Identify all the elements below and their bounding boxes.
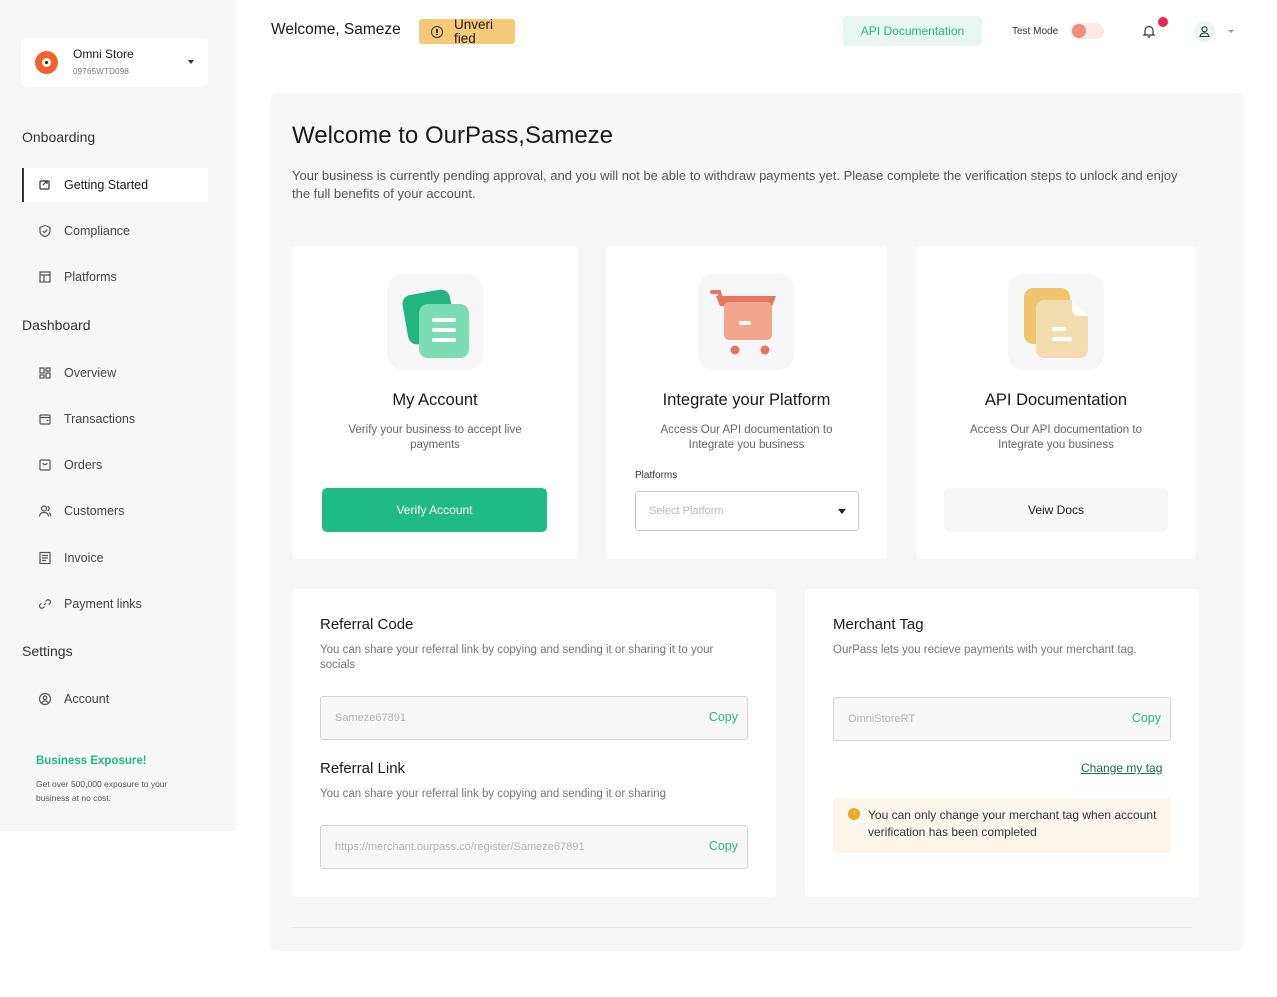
sidebar-item-label: Payment links: [64, 597, 142, 611]
card-description: Access Our API documentation to Integrat…: [660, 424, 833, 451]
header-welcome: Welcome, Sameze: [271, 21, 401, 38]
sidebar-item-label: Platforms: [64, 270, 117, 284]
account-cards-icon: [402, 289, 469, 358]
merchant-tag-value: OmniStoreRT: [848, 713, 916, 725]
platform-select-placeholder: Select Platform: [649, 505, 724, 517]
avatar: [1194, 21, 1215, 42]
section-dashboard: Dashboard: [22, 317, 91, 333]
bell-icon: [1142, 25, 1156, 38]
copy-referral-link-button[interactable]: Copy: [709, 839, 738, 853]
test-mode-toggle[interactable]: [1070, 23, 1104, 39]
page-title: Welcome to OurPass,Sameze: [292, 122, 614, 149]
status-badge: Unveri fied: [419, 16, 515, 46]
sidebar-item-label: Getting Started: [64, 178, 149, 192]
sidebar-item-getting-started[interactable]: Getting Started: [22, 168, 208, 202]
sidebar-item-label: Compliance: [64, 224, 131, 238]
promo-title: Business Exposure!: [36, 755, 147, 767]
verify-account-button[interactable]: Verify Account: [322, 488, 547, 532]
platform-icon: [38, 270, 52, 284]
merchant-tag-field[interactable]: OmniStoreRT Copy: [833, 697, 1171, 741]
sidebar: Omni Store 09765WTD098 Onboarding Gettin…: [0, 0, 236, 831]
shield-icon: [38, 224, 52, 238]
referral-link-field[interactable]: https://merchant.ourpass.co/register/Sam…: [320, 825, 748, 869]
referral-link-value: https://merchant.ourpass.co/register/Sam…: [335, 841, 585, 853]
notification-dot: [1158, 17, 1168, 27]
bag-icon: [38, 458, 52, 472]
sidebar-item-label: Customers: [64, 504, 125, 518]
sidebar-item-payment-links[interactable]: Payment links: [22, 587, 208, 621]
referral-link-description: You can share your referral link by copy…: [320, 788, 667, 800]
cart-icon: [710, 290, 776, 355]
merchant-tag-title: Merchant Tag: [833, 616, 924, 633]
sidebar-item-label: Orders: [64, 458, 103, 472]
store-logo: [35, 51, 58, 74]
chevron-down-icon: [1228, 30, 1234, 33]
getting-started-icon: [38, 178, 52, 192]
account-icon: [38, 692, 52, 706]
chevron-down-icon[interactable]: [188, 60, 194, 64]
document-icon: [1024, 288, 1088, 358]
copy-merchant-tag-button[interactable]: Copy: [1132, 711, 1161, 725]
card-title: My Account: [392, 391, 478, 409]
api-documentation-button[interactable]: API Documentation: [843, 16, 982, 46]
referral-code-value: Sameze67891: [335, 712, 406, 724]
referral-link-title: Referral Link: [320, 760, 406, 777]
users-icon: [38, 504, 52, 518]
sidebar-item-label: Invoice: [64, 551, 104, 565]
sidebar-item-label: Overview: [64, 366, 117, 380]
platform-select[interactable]: Select Platform: [635, 491, 859, 531]
store-id: 09765WTD098: [73, 67, 130, 76]
sidebar-item-transactions[interactable]: Transactions: [22, 402, 208, 436]
toggle-knob: [1072, 24, 1086, 38]
merchant-tag-notice: You can only change your merchant tag wh…: [833, 798, 1171, 853]
section-onboarding: Onboarding: [22, 129, 96, 145]
notice-text: You can only change your merchant tag wh…: [868, 808, 1157, 839]
sidebar-item-customers[interactable]: Customers: [22, 494, 208, 528]
cart-card-icon-box: [698, 274, 794, 370]
card-title: API Documentation: [984, 391, 1128, 409]
user-icon: [1199, 26, 1210, 38]
test-mode-control: Test Mode: [1004, 16, 1112, 46]
user-menu[interactable]: [1186, 16, 1244, 46]
link-icon: [38, 597, 52, 611]
referral-code-title: Referral Code: [320, 616, 414, 633]
referral-code-description: You can share your referral link by copy…: [320, 644, 714, 671]
card-description: Access Our API documentation to Integrat…: [970, 424, 1142, 451]
document-icon: [38, 551, 52, 565]
status-badge-label: Unveri fied: [454, 16, 494, 46]
test-mode-label: Test Mode: [1012, 25, 1059, 37]
copy-referral-code-button[interactable]: Copy: [709, 710, 738, 724]
sidebar-item-invoice[interactable]: Invoice: [22, 541, 208, 575]
sidebar-item-orders[interactable]: Orders: [22, 448, 208, 482]
section-settings: Settings: [22, 643, 73, 659]
platforms-label: Platforms: [635, 470, 678, 481]
sidebar-item-label: Transactions: [64, 412, 136, 426]
warning-icon: [848, 808, 860, 820]
account-card-icon-box: [387, 274, 483, 370]
sidebar-item-account[interactable]: Account: [22, 682, 208, 716]
promo-text: Get over 500,000 exposure to your busine…: [36, 779, 168, 803]
sidebar-item-overview[interactable]: Overview: [22, 356, 208, 390]
merchant-tag-description: OurPass lets you recieve payments with y…: [833, 644, 1137, 656]
page-description: Your business is currently pending appro…: [292, 168, 1178, 201]
store-name: Omni Store: [73, 47, 134, 61]
sidebar-item-label: Account: [64, 692, 110, 706]
docs-card-icon-box: [1008, 274, 1104, 370]
card-description: Verify your business to accept live paym…: [348, 424, 522, 451]
sidebar-item-compliance[interactable]: Compliance: [22, 214, 208, 248]
grid-icon: [38, 366, 52, 380]
change-tag-link[interactable]: Change my tag: [1081, 761, 1162, 775]
wallet-icon: [38, 412, 52, 426]
alert-icon: [431, 25, 443, 38]
referral-code-field[interactable]: Sameze67891 Copy: [320, 696, 748, 740]
card-title: Integrate your Platform: [662, 391, 831, 409]
sidebar-item-platforms[interactable]: Platforms: [22, 260, 208, 294]
view-docs-button[interactable]: Veiw Docs: [944, 488, 1168, 532]
divider: [292, 927, 1192, 928]
store-switcher[interactable]: Omni Store 09765WTD098: [21, 38, 208, 87]
chevron-down-icon: [838, 509, 846, 514]
